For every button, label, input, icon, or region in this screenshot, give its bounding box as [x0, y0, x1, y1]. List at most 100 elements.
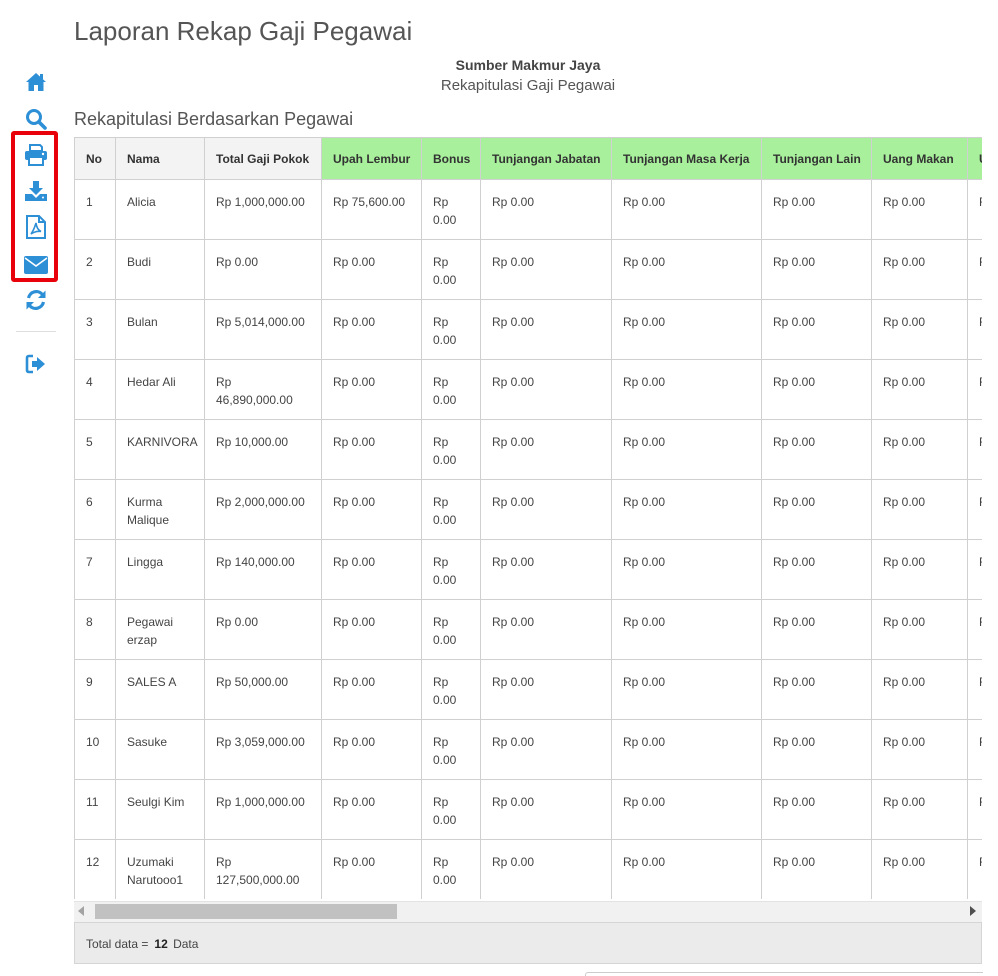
print-icon — [25, 144, 47, 166]
table-cell: 3 — [74, 299, 116, 360]
scroll-left-arrow-icon[interactable] — [78, 906, 84, 916]
table-cell: Rp 0.00 — [611, 539, 762, 600]
table-cell: 5 — [74, 419, 116, 480]
table-cell: F — [967, 179, 982, 240]
table-row: 5 KARNIVORA Rp 10,000.00 Rp 0.00 Rp 0.00 Rp 0… — [74, 419, 982, 480]
table-row: 8 Pegawai erzap Rp 0.00 Rp 0.00 Rp 0.00 Rp 0.… — [74, 599, 982, 660]
sidebar-separator — [16, 331, 56, 332]
table-cell: Rp 46,890,000.00 — [204, 359, 322, 420]
table-cell: 2 — [74, 239, 116, 300]
table-cell: Uzumaki Narutooo1 — [115, 839, 205, 899]
table-cell: Rp 0.00 — [871, 659, 968, 720]
email-button[interactable] — [20, 250, 52, 280]
table-container: No Nama Total Gaji Pokok Upah Lembur Bonus Tu… — [74, 137, 982, 899]
table-cell: Rp 0.00 — [480, 779, 612, 840]
table-cell: Rp 0.00 — [761, 359, 872, 420]
table-row: 6 Kurma Malique Rp 2,000,000.00 Rp 0.00 Rp 0… — [74, 479, 982, 540]
table-cell: SALES A — [115, 659, 205, 720]
download-icon — [25, 181, 47, 201]
table-row: 12 Uzumaki Narutooo1 Rp 127,500,000.00 Rp 0… — [74, 839, 982, 899]
table-cell: Pegawai erzap — [115, 599, 205, 660]
bottom-panel-edge — [585, 972, 983, 976]
table-row: 4 Hedar Ali Rp 46,890,000.00 Rp 0.00 Rp 0.00… — [74, 359, 982, 420]
table-cell: Rp 0.00 — [611, 839, 762, 899]
table-cell: Rp 0.00 — [321, 659, 422, 720]
table-cell: Rp 0.00 — [480, 179, 612, 240]
table-cell: Rp 0.00 — [321, 239, 422, 300]
table-cell: F — [967, 299, 982, 360]
scrollbar-thumb[interactable] — [95, 904, 397, 919]
table-cell: Rp 0.00 — [480, 839, 612, 899]
column-header: Tunjangan Jabatan — [480, 137, 612, 180]
table-cell: Rp 0.00 — [421, 839, 481, 899]
table-cell: Rp 0.00 — [480, 299, 612, 360]
column-header: No — [74, 137, 116, 180]
home-button[interactable] — [20, 67, 52, 97]
table-cell: Budi — [115, 239, 205, 300]
table-cell: Rp 0.00 — [321, 299, 422, 360]
table-row: 10 Sasuke Rp 3,059,000.00 Rp 0.00 Rp 0.00 Rp … — [74, 719, 982, 780]
column-header: Upah Lembur — [321, 137, 422, 180]
column-header: U — [967, 137, 982, 180]
table-cell: Rp 0.00 — [480, 659, 612, 720]
pdf-button[interactable] — [20, 212, 52, 242]
table-cell: Rp 0.00 — [761, 659, 872, 720]
print-button[interactable] — [20, 140, 52, 170]
table-body: 1 Alicia Rp 1,000,000.00 Rp 75,600.00 Rp 0.0… — [74, 179, 982, 899]
table-cell: Rp 0.00 — [480, 239, 612, 300]
table-cell: Rp 0.00 — [611, 719, 762, 780]
table-cell: 8 — [74, 599, 116, 660]
table-cell: Rp 0.00 — [421, 539, 481, 600]
table-cell: Rp 0.00 — [321, 839, 422, 899]
table-row: 11 Seulgi Kim Rp 1,000,000.00 Rp 0.00 Rp 0.0… — [74, 779, 982, 840]
email-icon — [24, 256, 48, 274]
horizontal-scrollbar[interactable] — [74, 901, 982, 922]
table-cell: Hedar Ali — [115, 359, 205, 420]
table-cell: Rp 0.00 — [321, 419, 422, 480]
search-button[interactable] — [20, 104, 52, 134]
table-cell: 10 — [74, 719, 116, 780]
table-cell: Rp 0.00 — [761, 779, 872, 840]
sidebar — [0, 0, 72, 976]
logout-icon — [25, 354, 45, 374]
table-cell: Rp 0.00 — [611, 479, 762, 540]
table-cell: Rp 127,500,000.00 — [204, 839, 322, 899]
column-header: Tunjangan Lain — [761, 137, 872, 180]
table-cell: Rp 0.00 — [321, 479, 422, 540]
table-cell: KARNIVORA — [115, 419, 205, 480]
table-cell: F — [967, 419, 982, 480]
table-cell: Rp 0.00 — [871, 299, 968, 360]
page-title: Laporan Rekap Gaji Pegawai — [74, 16, 413, 46]
table-cell: Rp 0.00 — [480, 419, 612, 480]
table-cell: Rp 0.00 — [871, 179, 968, 240]
scroll-right-arrow-icon[interactable] — [970, 906, 976, 916]
table-cell: Rp 0.00 — [421, 659, 481, 720]
table-cell: F — [967, 539, 982, 600]
table-cell: Rp 0.00 — [611, 359, 762, 420]
table-row: 3 Bulan Rp 5,014,000.00 Rp 0.00 Rp 0.00 Rp 0.… — [74, 299, 982, 360]
table-cell: Rp 0.00 — [761, 719, 872, 780]
table-cell: Rp 0.00 — [421, 179, 481, 240]
table-cell: Rp 0.00 — [611, 779, 762, 840]
table-cell: Rp 50,000.00 — [204, 659, 322, 720]
table-cell: Rp 1,000,000.00 — [204, 779, 322, 840]
download-button[interactable] — [20, 176, 52, 206]
table-cell: Rp 0.00 — [871, 539, 968, 600]
table-cell: Rp 0.00 — [761, 239, 872, 300]
refresh-button[interactable] — [20, 285, 52, 315]
table-cell: Rp 0.00 — [761, 179, 872, 240]
table-cell: Lingga — [115, 539, 205, 600]
table-cell: Sasuke — [115, 719, 205, 780]
table-cell: Bulan — [115, 299, 205, 360]
table-row: 9 SALES A Rp 50,000.00 Rp 0.00 Rp 0.00 Rp 0.0… — [74, 659, 982, 720]
table-cell: Alicia — [115, 179, 205, 240]
refresh-icon — [26, 290, 46, 310]
table-cell: Rp 0.00 — [611, 299, 762, 360]
table-cell: Rp 5,014,000.00 — [204, 299, 322, 360]
table-cell: Rp 0.00 — [421, 299, 481, 360]
table-cell: 1 — [74, 179, 116, 240]
table-cell: Rp 2,000,000.00 — [204, 479, 322, 540]
table-cell: Rp 0.00 — [480, 599, 612, 660]
logout-button[interactable] — [20, 349, 52, 379]
table-cell: Rp 0.00 — [421, 779, 481, 840]
